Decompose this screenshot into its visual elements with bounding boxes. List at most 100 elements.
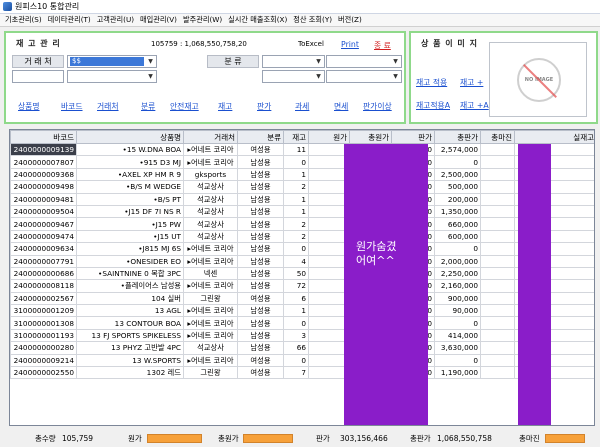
cell-vendor[interactable]: 그린왕 xyxy=(183,366,238,380)
cell-total-margin[interactable] xyxy=(480,266,515,281)
cell-total-price[interactable]: 2,500,000 xyxy=(434,167,481,182)
vendor-name-field[interactable] xyxy=(12,70,64,83)
menu-purchase[interactable]: 매입관리(V) xyxy=(137,15,180,25)
cell-product-name[interactable]: •915 D3 MJ xyxy=(76,155,184,169)
sort-by-name-link[interactable]: 상품명 xyxy=(18,101,40,112)
cell-stock[interactable]: 66 xyxy=(283,341,309,355)
close-link[interactable]: 종 료 xyxy=(374,40,391,51)
menu-customer[interactable]: 고객관리(U) xyxy=(94,15,137,25)
cell-barcode[interactable]: 2400000009368 xyxy=(10,167,77,182)
price-link[interactable]: 판가 xyxy=(257,101,271,112)
cell-stock[interactable]: 11 xyxy=(283,142,309,157)
cell-category[interactable]: 남성용 xyxy=(237,304,284,318)
cell-stock[interactable]: 50 xyxy=(283,266,309,281)
cell-total-margin[interactable] xyxy=(480,366,515,380)
cell-total-price[interactable]: 0 xyxy=(434,242,481,256)
cell-stock[interactable]: 0 xyxy=(283,316,309,330)
cell-stock[interactable]: 6 xyxy=(283,291,309,306)
cell-total-price[interactable]: 2,000,000 xyxy=(434,254,481,268)
cell-barcode[interactable]: 3100000001308 xyxy=(10,316,77,330)
table-row[interactable]: 2400000008118•플레이어스 남성용▸어네트 코리아남성용7230,0… xyxy=(10,279,594,293)
chevron-down-icon[interactable]: ▼ xyxy=(146,72,155,81)
cell-total-margin[interactable] xyxy=(480,279,515,293)
cell-vendor[interactable]: 석교상사 xyxy=(183,180,238,194)
cell-vendor[interactable]: ▸어네트 코리아 xyxy=(183,328,238,343)
cell-product-name[interactable]: •J15 UT xyxy=(76,229,184,244)
cell-category[interactable]: 남성용 xyxy=(237,328,284,343)
cell-total-margin[interactable] xyxy=(480,155,515,169)
cell-barcode[interactable]: 2400000000280 xyxy=(10,341,77,355)
cell-stock[interactable]: 7 xyxy=(283,366,309,380)
cell-vendor[interactable]: 넥센 xyxy=(183,266,238,281)
chevron-down-icon[interactable]: ▼ xyxy=(314,72,323,81)
stock-plus-a-link[interactable]: 재고 +A xyxy=(460,100,489,111)
menu-version[interactable]: 버전(Z) xyxy=(335,15,365,25)
menu-basic[interactable]: 기초관리(S) xyxy=(2,15,45,25)
cell-product-name[interactable]: •AXEL XP HM R 9 xyxy=(76,167,184,182)
cell-vendor[interactable]: 석교상사 xyxy=(183,192,238,206)
cell-barcode[interactable]: 2400000008118 xyxy=(10,279,77,293)
menu-settlement[interactable]: 정산 조회(Y) xyxy=(290,15,335,25)
cell-total-margin[interactable] xyxy=(480,204,515,219)
cell-total-price[interactable]: 414,000 xyxy=(434,328,481,343)
cell-product-name[interactable]: 13 AGL xyxy=(76,304,184,318)
cell-category[interactable]: 남성용 xyxy=(237,180,284,194)
cell-total-margin[interactable] xyxy=(480,353,515,368)
stock-plus-link[interactable]: 재고 + xyxy=(460,77,483,88)
cell-total-margin[interactable] xyxy=(480,341,515,355)
apply-stock-link[interactable]: 재고 적용 xyxy=(416,77,447,88)
cell-product-name[interactable]: •J15 PW xyxy=(76,217,184,231)
category-select-1[interactable]: ▼ xyxy=(262,55,325,68)
cell-barcode[interactable]: 2400000009467 xyxy=(10,217,77,231)
cell-product-name[interactable]: 13 CONTOUR BOA xyxy=(76,316,184,330)
cell-barcode[interactable]: 2400000009214 xyxy=(10,353,77,368)
cell-barcode[interactable]: 2400000007807 xyxy=(10,155,77,169)
cell-total-price[interactable]: 0 xyxy=(434,155,481,169)
cell-category[interactable]: 여성용 xyxy=(237,366,284,380)
menu-order[interactable]: 발주관리(W) xyxy=(180,15,225,25)
column-header-total-margin[interactable]: 총마진 xyxy=(480,130,515,144)
cell-vendor[interactable]: ▸어네트 코리아 xyxy=(183,242,238,256)
cell-stock[interactable]: 2 xyxy=(283,180,309,194)
cell-category[interactable]: 남성용 xyxy=(237,204,284,219)
cell-vendor[interactable]: 석교상사 xyxy=(183,204,238,219)
cell-product-name[interactable]: 13 FJ SPORTS SPIKELESS xyxy=(76,328,184,343)
cell-barcode[interactable]: 2400000009504 xyxy=(10,204,77,219)
table-row[interactable]: 24000000025501302 레드그린왕여성용7170,0001,190,… xyxy=(10,366,594,380)
cell-stock[interactable]: 0 xyxy=(283,155,309,169)
cell-product-name[interactable]: 13 W.SPORTS xyxy=(76,353,184,368)
table-row[interactable]: 3100000001193 13 FJ SPORTS SPIKELESS ▸어네트 … xyxy=(10,328,594,343)
column-header-product-name[interactable]: 상품명 xyxy=(76,130,184,144)
cell-category[interactable]: 여성용 xyxy=(237,353,284,368)
cell-total-price[interactable]: 2,574,000 xyxy=(434,142,481,157)
cell-barcode[interactable]: 3100000001193 xyxy=(10,328,77,343)
cell-total-margin[interactable] xyxy=(480,217,515,231)
safety-stock-link[interactable]: 안전재고 xyxy=(170,101,199,112)
cell-total-price[interactable]: 1,350,000 xyxy=(434,204,481,219)
table-row[interactable]: 2400000009368 •AXEL XP HM R 9 gksports 남성용 1… xyxy=(10,167,594,182)
inventory-grid[interactable]: 바코드 상품명 거래처 분류 재고 원가 총원가 판가 총판가 총마진 실재고 2400000009… xyxy=(9,129,595,426)
column-header-actual-stock[interactable]: 실재고 xyxy=(514,130,594,144)
cell-category[interactable]: 남성용 xyxy=(237,155,284,169)
cell-total-price[interactable]: 500,000 xyxy=(434,180,481,194)
cell-total-price[interactable]: 2,250,000 xyxy=(434,266,481,281)
cell-stock[interactable]: 3 xyxy=(283,328,309,343)
menu-data[interactable]: 데이타관리(T) xyxy=(45,15,94,25)
column-header-total-price[interactable]: 총판가 xyxy=(434,130,481,144)
column-header-price[interactable]: 판가 xyxy=(391,130,435,144)
cell-category[interactable]: 남성용 xyxy=(237,217,284,231)
cell-stock[interactable]: 0 xyxy=(283,242,309,256)
cell-vendor[interactable]: 석교상사 xyxy=(183,341,238,355)
cell-total-margin[interactable] xyxy=(480,328,515,343)
cell-category[interactable]: 남성용 xyxy=(237,341,284,355)
cell-total-margin[interactable] xyxy=(480,192,515,206)
column-header-cost[interactable]: 원가 xyxy=(308,130,350,144)
cell-product-name[interactable]: 13 PHYZ 고반발 4PC xyxy=(76,341,184,355)
cell-total-margin[interactable] xyxy=(480,316,515,330)
cell-barcode[interactable]: 2400000002550 xyxy=(10,366,77,380)
table-row[interactable]: 2400000009634•J815 MJ 6S▸어네트 코리아남성용0800,… xyxy=(10,242,594,256)
cell-category[interactable]: 남성용 xyxy=(237,192,284,206)
category-select-4[interactable]: ▼ xyxy=(326,70,402,83)
cell-total-price[interactable]: 900,000 xyxy=(434,291,481,306)
table-row[interactable]: 2400000009504 •J15 DF 7I NS R 석교상사 남성용 1 1,35… xyxy=(10,204,594,219)
